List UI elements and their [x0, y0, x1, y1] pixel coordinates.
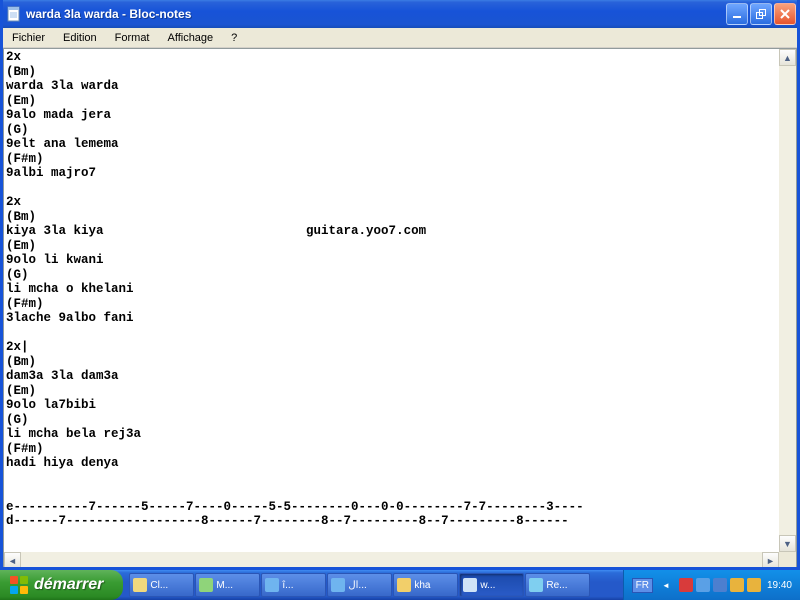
- tray-icon[interactable]: [679, 578, 693, 592]
- system-tray: FR ◄ 19:40: [623, 570, 800, 600]
- menu-format[interactable]: Format: [107, 30, 158, 46]
- minimize-button[interactable]: [726, 3, 748, 25]
- tray-expand-icon[interactable]: ◄: [659, 578, 673, 592]
- scroll-down-button[interactable]: ▼: [779, 535, 796, 552]
- scrollbar-corner: [779, 552, 796, 569]
- taskbar-item[interactable]: kha: [393, 573, 458, 597]
- taskbar-item[interactable]: w...: [459, 573, 524, 597]
- menu-help[interactable]: ?: [223, 30, 245, 46]
- scroll-up-button[interactable]: ▲: [779, 49, 796, 66]
- language-indicator[interactable]: FR: [632, 578, 653, 593]
- taskbar-item[interactable]: ال...: [327, 573, 392, 597]
- scroll-left-button[interactable]: ◄: [4, 552, 21, 569]
- window-titlebar: warda 3la warda - Bloc-notes: [0, 0, 800, 28]
- taskbar-item[interactable]: M...: [195, 573, 260, 597]
- maximize-button[interactable]: [750, 3, 772, 25]
- menu-view[interactable]: Affichage: [160, 30, 222, 46]
- menubar: Fichier Edition Format Affichage ?: [0, 28, 800, 48]
- close-button[interactable]: [774, 3, 796, 25]
- menu-edit[interactable]: Edition: [55, 30, 105, 46]
- start-button[interactable]: démarrer: [0, 570, 123, 600]
- start-label: démarrer: [34, 576, 103, 594]
- taskbar-item[interactable]: Re...: [525, 573, 590, 597]
- window-title: warda 3la warda - Bloc-notes: [26, 7, 726, 21]
- windows-logo-icon: [10, 576, 28, 594]
- horizontal-scrollbar[interactable]: ◄ ►: [4, 552, 779, 569]
- tray-icon[interactable]: [747, 578, 761, 592]
- taskbar-item[interactable]: î...: [261, 573, 326, 597]
- vertical-scrollbar[interactable]: ▲ ▼: [779, 49, 796, 552]
- tray-icons: [679, 578, 761, 592]
- tray-icon[interactable]: [730, 578, 744, 592]
- text-editor[interactable]: 2x (Bm) warda 3la warda (Em) 9alo mada j…: [4, 49, 779, 552]
- tray-icon[interactable]: [696, 578, 710, 592]
- clock[interactable]: 19:40: [767, 580, 792, 591]
- menu-file[interactable]: Fichier: [4, 30, 53, 46]
- taskbar: démarrer Cl... M... î... ال... kha w... …: [0, 570, 800, 600]
- tray-icon[interactable]: [713, 578, 727, 592]
- taskbar-items: Cl... M... î... ال... kha w... Re...: [123, 570, 622, 600]
- client-area: 2x (Bm) warda 3la warda (Em) 9alo mada j…: [3, 48, 797, 570]
- scroll-right-button[interactable]: ►: [762, 552, 779, 569]
- notepad-icon: [6, 6, 22, 22]
- taskbar-item[interactable]: Cl...: [129, 573, 194, 597]
